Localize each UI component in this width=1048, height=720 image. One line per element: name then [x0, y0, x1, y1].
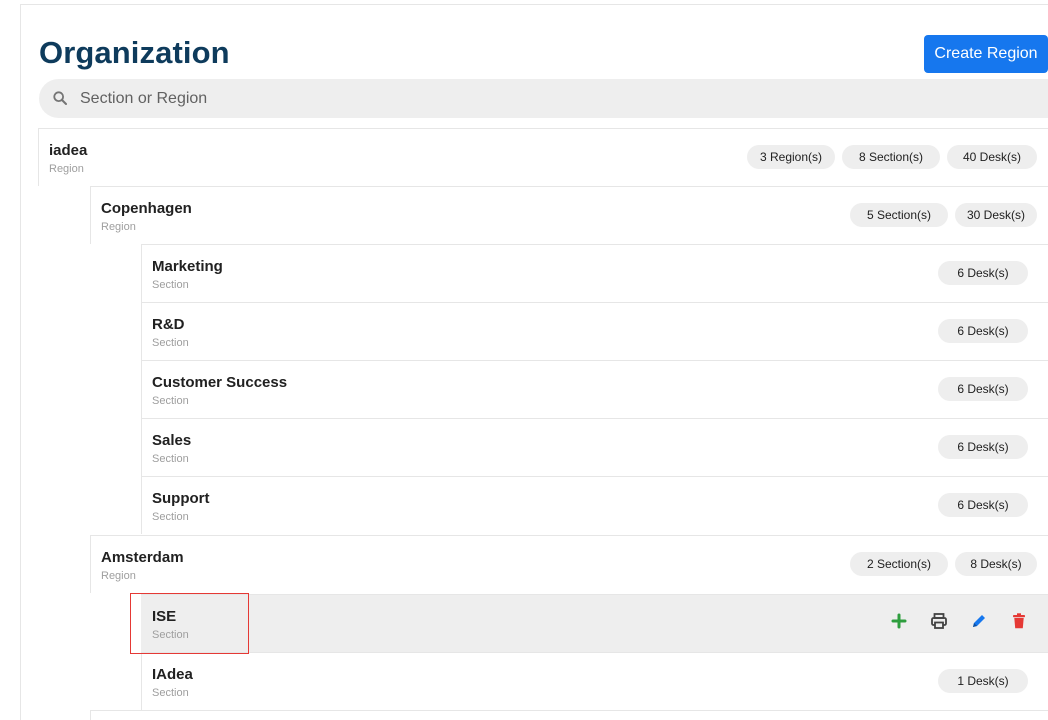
- row-border: [38, 128, 1048, 129]
- row-border: [141, 244, 1048, 245]
- row-border: [141, 418, 142, 476]
- row-border: [141, 594, 1048, 595]
- row-name: Support: [152, 490, 210, 507]
- row-border: [141, 302, 142, 360]
- row-name: IAdea: [152, 666, 193, 683]
- row-type: Region: [101, 221, 136, 233]
- row-border: [141, 302, 1048, 303]
- search-bar: [39, 79, 1048, 118]
- row-border: [141, 476, 142, 534]
- row-name: R&D: [152, 316, 185, 333]
- row-counts: 6 Desk(s): [938, 319, 1028, 343]
- row-counts: 5 Section(s) 30 Desk(s): [849, 203, 1037, 227]
- row-name: Customer Success: [152, 374, 288, 391]
- row-border: [141, 360, 142, 418]
- row-counts: 1 Desk(s): [938, 669, 1028, 693]
- row-name: iadea: [49, 142, 88, 159]
- row-name: Marketing: [152, 258, 223, 275]
- desk-count-chip: 1 Desk(s): [938, 669, 1028, 693]
- desk-count-chip: 6 Desk(s): [938, 493, 1028, 517]
- row-name: Amsterdam: [101, 549, 184, 566]
- row-border: [38, 128, 39, 186]
- delete-icon[interactable]: [1010, 612, 1028, 630]
- page-title: Organization: [39, 35, 230, 70]
- desk-count-chip: 6 Desk(s): [938, 435, 1028, 459]
- desk-count-chip: 8 Desk(s): [955, 552, 1037, 576]
- row-counts: 6 Desk(s): [938, 493, 1028, 517]
- row-border: [90, 710, 91, 720]
- row-counts: 2 Section(s) 8 Desk(s): [850, 552, 1037, 576]
- tree-row-customer-success[interactable]: Customer Success Section 6 Desk(s): [141, 360, 1048, 418]
- row-type: Section: [152, 511, 189, 523]
- tree-row-rnd[interactable]: R&D Section 6 Desk(s): [141, 302, 1048, 360]
- row-type: Section: [152, 687, 189, 699]
- page-frame-left: [20, 4, 21, 720]
- tree-row-amsterdam[interactable]: Amsterdam Region 2 Section(s) 8 Desk(s): [90, 535, 1048, 593]
- search-icon: [53, 91, 67, 105]
- row-border: [141, 652, 142, 710]
- row-type: Region: [101, 570, 136, 582]
- tree-row-iadea-section[interactable]: IAdea Section 1 Desk(s): [141, 652, 1048, 710]
- desk-count-chip: 6 Desk(s): [938, 319, 1028, 343]
- row-border: [90, 186, 1048, 187]
- row-type: Region: [49, 163, 84, 175]
- print-icon[interactable]: [930, 612, 948, 630]
- page-frame-top: [20, 4, 1048, 5]
- region-count-chip: 3 Region(s): [747, 145, 835, 169]
- section-count-chip: 8 Section(s): [842, 145, 940, 169]
- row-counts: 6 Desk(s): [938, 261, 1028, 285]
- plus-icon[interactable]: [890, 612, 908, 630]
- tree-row-iadea[interactable]: iadea Region 3 Region(s) 8 Section(s) 40…: [38, 128, 1048, 186]
- selection-highlight: [130, 593, 249, 654]
- row-border: [141, 360, 1048, 361]
- row-type: Section: [152, 395, 189, 407]
- desk-count-chip: 6 Desk(s): [938, 377, 1028, 401]
- row-type: Section: [152, 279, 189, 291]
- section-count-chip: 5 Section(s): [849, 203, 948, 227]
- row-counts: 6 Desk(s): [938, 377, 1028, 401]
- row-border: [141, 476, 1048, 477]
- tree-row-copenhagen[interactable]: Copenhagen Region 5 Section(s) 30 Desk(s…: [90, 186, 1048, 244]
- tree-row-marketing[interactable]: Marketing Section 6 Desk(s): [141, 244, 1048, 302]
- row-type: Section: [152, 453, 189, 465]
- row-border: [90, 710, 1048, 711]
- tree-row-sales[interactable]: Sales Section 6 Desk(s): [141, 418, 1048, 476]
- search-input[interactable]: [80, 79, 980, 118]
- row-actions: [890, 612, 1028, 630]
- section-count-chip: 2 Section(s): [850, 552, 948, 576]
- create-region-button[interactable]: Create Region: [924, 35, 1048, 73]
- row-border: [90, 535, 91, 593]
- row-name: Copenhagen: [101, 200, 192, 217]
- desk-count-chip: 30 Desk(s): [954, 203, 1037, 227]
- row-name: Sales: [152, 432, 192, 449]
- row-counts: 6 Desk(s): [938, 435, 1028, 459]
- row-border: [90, 186, 91, 244]
- edit-icon[interactable]: [970, 612, 988, 630]
- row-counts: 3 Region(s) 8 Section(s) 40 Desk(s): [747, 145, 1037, 169]
- row-type: Section: [152, 337, 189, 349]
- desk-count-chip: 40 Desk(s): [947, 145, 1037, 169]
- row-border: [90, 535, 1048, 536]
- row-border: [141, 244, 142, 302]
- desk-count-chip: 6 Desk(s): [938, 261, 1028, 285]
- row-border: [141, 652, 1048, 653]
- tree-row-ise[interactable]: ISE Section: [141, 594, 1048, 652]
- row-border: [141, 418, 1048, 419]
- tree-row-support[interactable]: Support Section 6 Desk(s): [141, 476, 1048, 534]
